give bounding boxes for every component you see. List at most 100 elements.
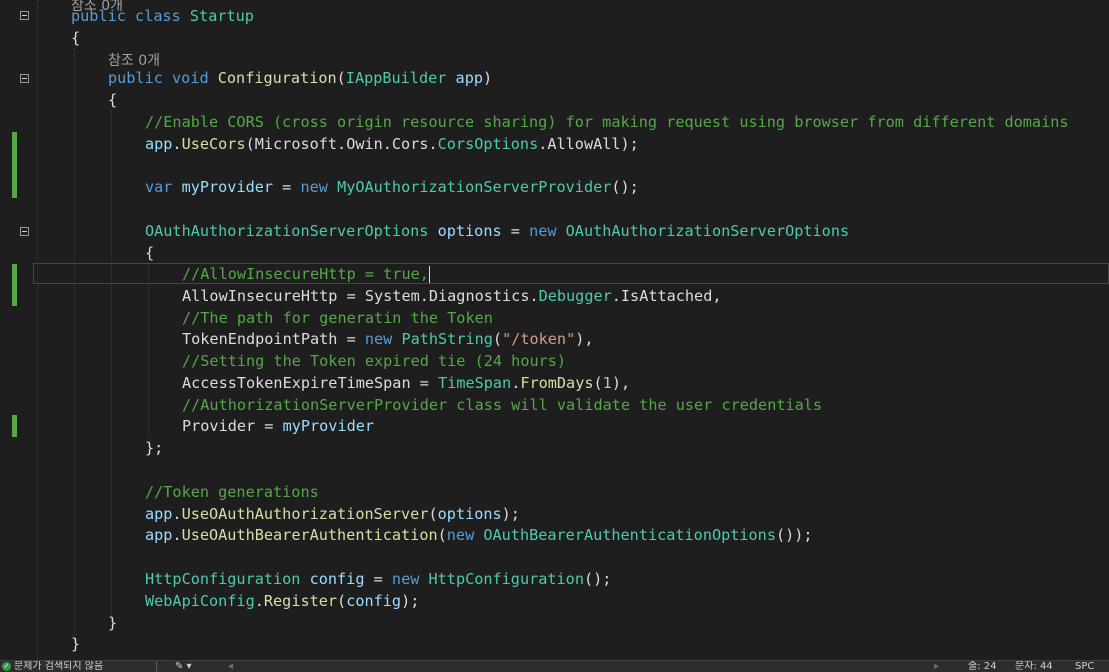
code-token: AccessTokenExpireTimeSpan = (182, 374, 439, 392)
scroll-left-icon[interactable]: ◂ (228, 661, 233, 672)
code-line[interactable]: var myProvider = new MyOAuthorizationSer… (145, 176, 639, 198)
code-token: (Microsoft.Owin.Cors. (245, 135, 438, 153)
code-token: { (71, 29, 81, 47)
issues-label: 문제가 검색되지 않음 (14, 661, 104, 672)
code-line[interactable]: TokenEndpointPath = new PathString("/tok… (182, 328, 594, 350)
code-token: ); (401, 592, 420, 610)
code-line[interactable]: HttpConfiguration config = new HttpConfi… (145, 568, 611, 590)
code-token: ( (337, 592, 347, 610)
code-line[interactable]: { (71, 27, 80, 49)
code-token: ), (575, 330, 594, 348)
code-token: ), (611, 374, 631, 392)
code-token: //Setting the Token expired tie (24 hour… (182, 352, 567, 370)
code-token: ( (336, 69, 346, 87)
code-token: config (309, 570, 365, 588)
code-token: //AuthorizationServerProvider class will… (182, 396, 823, 414)
code-token: Provider = (182, 417, 283, 435)
code-token: app (145, 135, 173, 153)
indent-guide (111, 110, 112, 622)
char-number: 문자: 44 (1015, 661, 1053, 672)
code-token: ( (593, 374, 603, 392)
code-token: //Enable CORS (cross origin resource sha… (145, 113, 1069, 131)
code-token: app (145, 505, 173, 523)
code-line[interactable]: { (145, 242, 154, 264)
code-line[interactable]: app.UseOAuthAuthorizationServer(options)… (145, 503, 520, 525)
collapse-icon[interactable] (20, 74, 29, 83)
code-line[interactable]: Provider = myProvider (182, 415, 374, 437)
code-token: { (108, 91, 118, 109)
code-token: . (172, 526, 182, 544)
code-line[interactable]: //Enable CORS (cross origin resource sha… (145, 111, 1069, 133)
code-line[interactable]: //Setting the Token expired tie (24 hour… (182, 350, 566, 372)
issues-indicator[interactable]: ✓ 문제가 검색되지 않음 (2, 661, 103, 672)
code-line[interactable]: //AllowInsecureHttp = true, (182, 263, 430, 285)
code-token: Debugger (538, 287, 612, 305)
code-token: var (145, 178, 173, 196)
code-token: = (364, 570, 392, 588)
code-token: } (71, 635, 81, 653)
code-token: } (108, 614, 118, 632)
code-line[interactable]: //Token generations (145, 481, 319, 503)
code-token: Startup (189, 7, 254, 25)
code-token: 1 (602, 374, 612, 392)
code-token: TokenEndpointPath = (182, 330, 365, 348)
code-token: config (346, 592, 402, 610)
code-token: OAuthAuthorizationServerOptions (565, 222, 850, 240)
code-line[interactable]: AccessTokenExpireTimeSpan = TimeSpan.Fro… (182, 372, 630, 394)
code-line[interactable]: app.UseCors(Microsoft.Owin.Cors.CorsOpti… (145, 133, 639, 155)
code-line[interactable]: app.UseOAuthBearerAuthentication(new OAu… (145, 524, 813, 546)
code-line[interactable]: } (71, 633, 80, 655)
code-line[interactable]: WebApiConfig.Register(config); (145, 590, 419, 612)
code-token: . (511, 374, 521, 392)
code-token: //The path for generatin the Token (182, 309, 493, 327)
code-token: app (145, 526, 173, 544)
code-line[interactable]: //The path for generatin the Token (182, 307, 493, 329)
indent-guide (37, 0, 38, 660)
code-token: CorsOptions (437, 135, 539, 153)
code-line[interactable]: //AuthorizationServerProvider class will… (182, 394, 822, 416)
code-token: HttpConfiguration (428, 570, 584, 588)
code-token: (); (583, 570, 612, 588)
indent-guide (148, 262, 149, 438)
code-token: . (172, 135, 182, 153)
code-token: AllowInsecureHttp = System.Diagnostics. (182, 287, 539, 305)
code-token: new (300, 178, 328, 196)
code-token: ); (501, 505, 520, 523)
code-line[interactable]: }; (145, 437, 163, 459)
change-marker (12, 415, 17, 437)
code-token: void (172, 69, 209, 87)
collapse-icon[interactable] (20, 227, 29, 236)
code-line[interactable]: public class Startup (71, 5, 254, 27)
scroll-right-icon[interactable]: ▸ (934, 661, 939, 672)
code-token: //AllowInsecureHttp = true, (182, 265, 429, 283)
code-token: .IsAttached, (611, 287, 722, 305)
code-token: public (71, 7, 126, 25)
brush-icon[interactable]: ✎ ▾ (175, 661, 192, 672)
code-editor[interactable]: 참조 0개 public class Startup{참조 0개 public vo… (0, 0, 1109, 660)
code-token: UseCors (181, 135, 246, 153)
code-line[interactable]: { (108, 89, 117, 111)
code-line[interactable]: public void Configuration(IAppBuilder ap… (108, 67, 492, 89)
code-line[interactable]: } (108, 612, 117, 634)
code-token: TimeSpan (438, 374, 512, 392)
code-token: { (145, 244, 155, 262)
code-token: FromDays (520, 374, 594, 392)
collapse-icon[interactable] (20, 11, 29, 20)
check-circle-icon: ✓ (2, 661, 11, 671)
change-marker (12, 176, 17, 198)
code-line[interactable]: AllowInsecureHttp = System.Diagnostics.D… (182, 285, 722, 307)
separator: | (155, 661, 159, 672)
code-token: new (391, 570, 420, 588)
whitespace-mode[interactable]: SPC (1075, 661, 1094, 672)
code-token: class (135, 7, 181, 25)
code-line[interactable]: OAuthAuthorizationServerOptions options … (145, 220, 849, 242)
code-token: public (108, 69, 163, 87)
